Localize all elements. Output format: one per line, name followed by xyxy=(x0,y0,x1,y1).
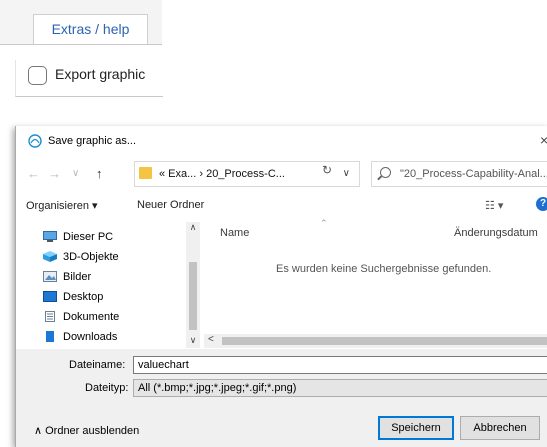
empty-message: Es wurden keine Suchergebnisse gefunden. xyxy=(276,263,492,275)
close-icon[interactable]: × xyxy=(540,132,547,148)
new-folder-button[interactable]: Neuer Ordner xyxy=(137,199,204,211)
address-path: « Exa... › 20_Process-C... xyxy=(159,168,285,180)
computer-icon xyxy=(43,231,57,242)
chevron-left-icon[interactable]: < xyxy=(208,334,214,345)
organize-button[interactable]: Organisieren ▾ xyxy=(26,199,98,212)
up-arrow-icon[interactable]: ↑ xyxy=(96,166,103,181)
column-header-name[interactable]: Name xyxy=(220,227,249,239)
chevron-down-icon[interactable]: ∨ xyxy=(186,335,200,346)
filetype-label: Dateityp: xyxy=(85,382,129,394)
sort-caret-icon: ⌃ xyxy=(320,218,328,228)
tree-item-3d-objekte[interactable]: 3D-Objekte xyxy=(43,248,193,266)
filename-field[interactable]: valuechart xyxy=(133,356,547,374)
app-icon xyxy=(28,134,42,148)
chevron-down-icon[interactable]: ∨ xyxy=(343,168,350,179)
horizontal-scrollbar[interactable]: < xyxy=(204,334,547,348)
tree-item-dokumente[interactable]: Dokumente xyxy=(43,308,193,326)
tree-item-desktop[interactable]: Desktop xyxy=(43,288,193,306)
tab-strip: Extras / help xyxy=(0,0,162,45)
tree-item-label: 3D-Objekte xyxy=(63,251,119,263)
navigation-bar: ← → ∨ ↑ « Exa... › 20_Process-C... ∨ ↻ "… xyxy=(16,158,547,190)
export-graphic-checkbox[interactable] xyxy=(28,66,47,85)
tree-item-label: Downloads xyxy=(63,331,118,343)
chevron-up-icon[interactable]: ∧ xyxy=(186,222,200,233)
tree-item-downloads[interactable]: Downloads xyxy=(43,328,193,346)
tree-scrollbar[interactable]: ∧ ∨ xyxy=(186,222,200,348)
hide-folders-toggle[interactable]: ∧ Ordner ausblenden xyxy=(34,424,139,437)
export-panel: Export graphic xyxy=(15,60,163,97)
filetype-select[interactable]: All (*.bmp;*.jpg;*.jpeg;*.gif;*.png) xyxy=(133,379,547,397)
search-input[interactable]: "20_Process-Capability-Anal... xyxy=(371,161,547,187)
tree-item-label: Desktop xyxy=(63,291,104,303)
tree-item-label: Dieser PC xyxy=(63,231,114,243)
file-list: ⌃ Name Änderungsdatum Es wurden keine Su… xyxy=(204,218,547,348)
desktop-icon xyxy=(43,291,57,302)
column-header-date[interactable]: Änderungsdatum xyxy=(454,227,538,239)
back-arrow-icon[interactable]: ← xyxy=(27,166,40,181)
save-button[interactable]: Speichern xyxy=(378,416,454,440)
save-options-panel: Dateiname: valuechart Dateityp: All (*.b… xyxy=(16,349,547,447)
tree-item-label: Bilder xyxy=(63,271,92,283)
scrollbar-thumb[interactable] xyxy=(189,262,197,330)
export-graphic-label[interactable]: Export graphic xyxy=(55,66,145,82)
save-dialog: Save graphic as... × ← → ∨ ↑ « Exa... › … xyxy=(15,126,547,447)
search-icon xyxy=(380,167,391,178)
dialog-titlebar: Save graphic as... × xyxy=(16,126,547,156)
pictures-icon xyxy=(43,271,57,282)
tab-extras-help[interactable]: Extras / help xyxy=(33,14,148,44)
help-icon[interactable]: ? xyxy=(536,197,547,211)
search-placeholder: "20_Process-Capability-Anal... xyxy=(400,168,547,180)
cancel-button[interactable]: Abbrechen xyxy=(460,416,540,440)
tree-item-label: Dokumente xyxy=(63,311,120,323)
tree-item-bilder[interactable]: Bilder xyxy=(43,268,193,286)
refresh-icon[interactable]: ↻ xyxy=(322,163,332,177)
scrollbar-thumb[interactable] xyxy=(222,337,547,345)
filename-label: Dateiname: xyxy=(69,359,126,371)
documents-icon xyxy=(45,311,55,322)
folder-icon xyxy=(139,167,152,179)
downloads-icon xyxy=(46,331,54,342)
command-bar: Organisieren ▾ Neuer Ordner ☷ ▾ ? xyxy=(16,190,547,220)
view-options-icon[interactable]: ☷ ▾ xyxy=(485,199,503,212)
tree-item-dieser-pc[interactable]: Dieser PC xyxy=(43,228,193,246)
dialog-title: Save graphic as... xyxy=(48,135,137,147)
navigation-pane: Dieser PC 3D-Objekte Bilder Desktop Doku… xyxy=(16,222,201,348)
3d-objects-icon xyxy=(43,251,57,262)
forward-arrow-icon[interactable]: → xyxy=(48,166,61,181)
recent-locations-icon[interactable]: ∨ xyxy=(72,168,79,179)
